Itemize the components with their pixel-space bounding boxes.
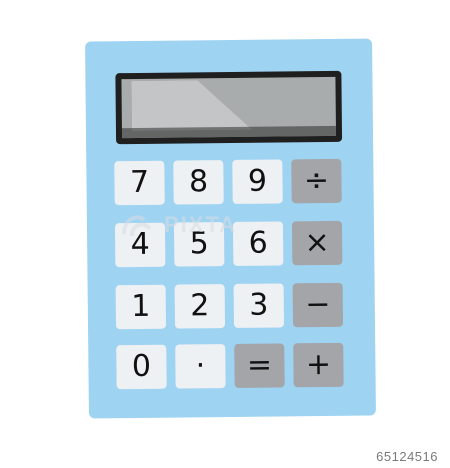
key-label: + (305, 346, 332, 383)
key-7[interactable]: 7 (114, 160, 165, 206)
key-label: 0 (131, 348, 152, 385)
key-3[interactable]: 3 (233, 283, 285, 328)
illustration-canvas: 7 8 9 ÷ 4 5 6 × 1 2 3 − 0 · = + PIXTA 65… (0, 0, 450, 468)
key-subtract[interactable]: − (292, 282, 344, 328)
key-label: 5 (189, 226, 209, 262)
key-label: 7 (129, 164, 150, 201)
key-equals[interactable]: = (234, 343, 285, 388)
key-9[interactable]: 9 (232, 159, 283, 204)
key-6[interactable]: 6 (232, 221, 284, 266)
key-label: 1 (131, 288, 151, 325)
calculator-keypad: 7 8 9 ÷ 4 5 6 × 1 2 3 − 0 · = + (114, 158, 348, 393)
key-5[interactable]: 5 (173, 222, 225, 267)
key-label: 9 (247, 163, 268, 199)
key-label: × (304, 224, 330, 261)
key-label: 2 (190, 288, 210, 324)
key-label: ÷ (303, 162, 330, 199)
display-shine (131, 80, 252, 131)
key-1[interactable]: 1 (115, 284, 167, 330)
key-label: 8 (188, 164, 209, 200)
key-label: · (195, 348, 206, 384)
key-label: 6 (248, 225, 268, 261)
key-divide[interactable]: ÷ (291, 158, 342, 204)
calculator-display (115, 70, 343, 145)
key-multiply[interactable]: × (291, 220, 343, 266)
key-8[interactable]: 8 (173, 160, 224, 205)
key-0[interactable]: 0 (116, 344, 167, 390)
calculator-body: 7 8 9 ÷ 4 5 6 × 1 2 3 − 0 · = + (85, 38, 376, 419)
key-label: 3 (249, 287, 269, 323)
key-2[interactable]: 2 (174, 284, 226, 329)
display-shade (121, 125, 337, 139)
key-label: = (246, 347, 273, 383)
image-id-label: 65124516 (376, 449, 438, 464)
key-4[interactable]: 4 (114, 222, 166, 268)
key-decimal[interactable]: · (175, 344, 226, 389)
key-label: − (305, 286, 331, 323)
key-add[interactable]: + (293, 342, 344, 388)
key-label: 4 (130, 226, 150, 263)
